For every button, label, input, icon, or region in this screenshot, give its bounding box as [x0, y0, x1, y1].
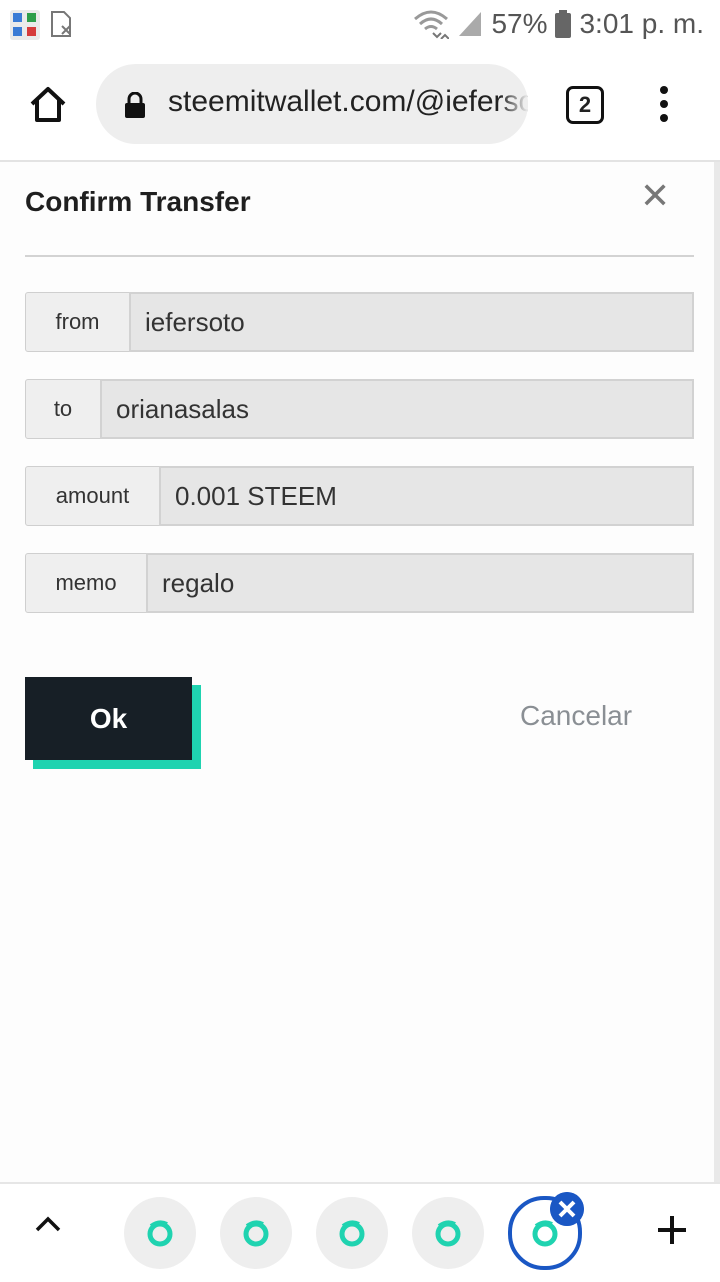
tab-steemit-3[interactable] — [316, 1197, 388, 1269]
from-label: from — [25, 292, 130, 352]
tab-steemit-1[interactable] — [124, 1197, 196, 1269]
memo-value: regalo — [146, 553, 694, 613]
tab-switcher-button[interactable]: 2 — [566, 86, 604, 124]
lock-icon — [125, 92, 145, 118]
ok-button[interactable]: Ok — [25, 677, 192, 760]
home-icon[interactable] — [28, 84, 68, 124]
steemit-icon — [339, 1220, 365, 1247]
sim-notification-icon — [51, 11, 71, 37]
cancel-button[interactable]: Cancelar — [520, 700, 632, 732]
more-options-icon[interactable] — [652, 84, 676, 124]
close-tab-icon[interactable] — [550, 1192, 584, 1226]
steemit-icon — [532, 1220, 558, 1247]
amount-label: amount — [25, 466, 160, 526]
dialog-title: Confirm Transfer — [25, 186, 251, 217]
steemit-icon — [243, 1220, 269, 1247]
notification-app-icon — [10, 10, 40, 40]
tab-steemit-4[interactable] — [412, 1197, 484, 1269]
from-value: iefersoto — [129, 292, 694, 352]
url-text: steemitwallet.com/@iefersoto — [168, 85, 528, 118]
battery-icon — [555, 10, 572, 38]
amount-value: 0.001 STEEM — [159, 466, 694, 526]
to-label: to — [25, 379, 101, 439]
scrollbar[interactable] — [714, 162, 720, 1182]
clock: 3:01 p. m. — [579, 8, 704, 39]
battery-percent: 57% — [491, 8, 548, 39]
steemit-icon — [435, 1220, 461, 1247]
amount-field: amount 0.001 STEEM — [25, 466, 694, 526]
wifi-icon — [414, 10, 450, 39]
status-bar: 57% 3:01 p. m. — [0, 0, 720, 52]
new-tab-icon[interactable] — [654, 1212, 690, 1248]
tab-steemit-2[interactable] — [220, 1197, 292, 1269]
tab-strip — [0, 1182, 720, 1282]
browser-toolbar: steemitwallet.com/@iefersoto 2 — [0, 52, 720, 160]
title-divider — [25, 255, 694, 257]
memo-label: memo — [25, 553, 147, 613]
steemit-icon — [147, 1220, 173, 1247]
to-field: to orianasalas — [25, 379, 694, 439]
signal-icon — [459, 12, 482, 36]
chevron-up-icon[interactable] — [34, 1214, 62, 1234]
address-bar[interactable]: steemitwallet.com/@iefersoto — [96, 64, 528, 144]
from-field: from iefersoto — [25, 292, 694, 352]
memo-field: memo regalo — [25, 553, 694, 613]
close-icon[interactable]: ✕ — [640, 178, 670, 214]
to-value: orianasalas — [100, 379, 694, 439]
